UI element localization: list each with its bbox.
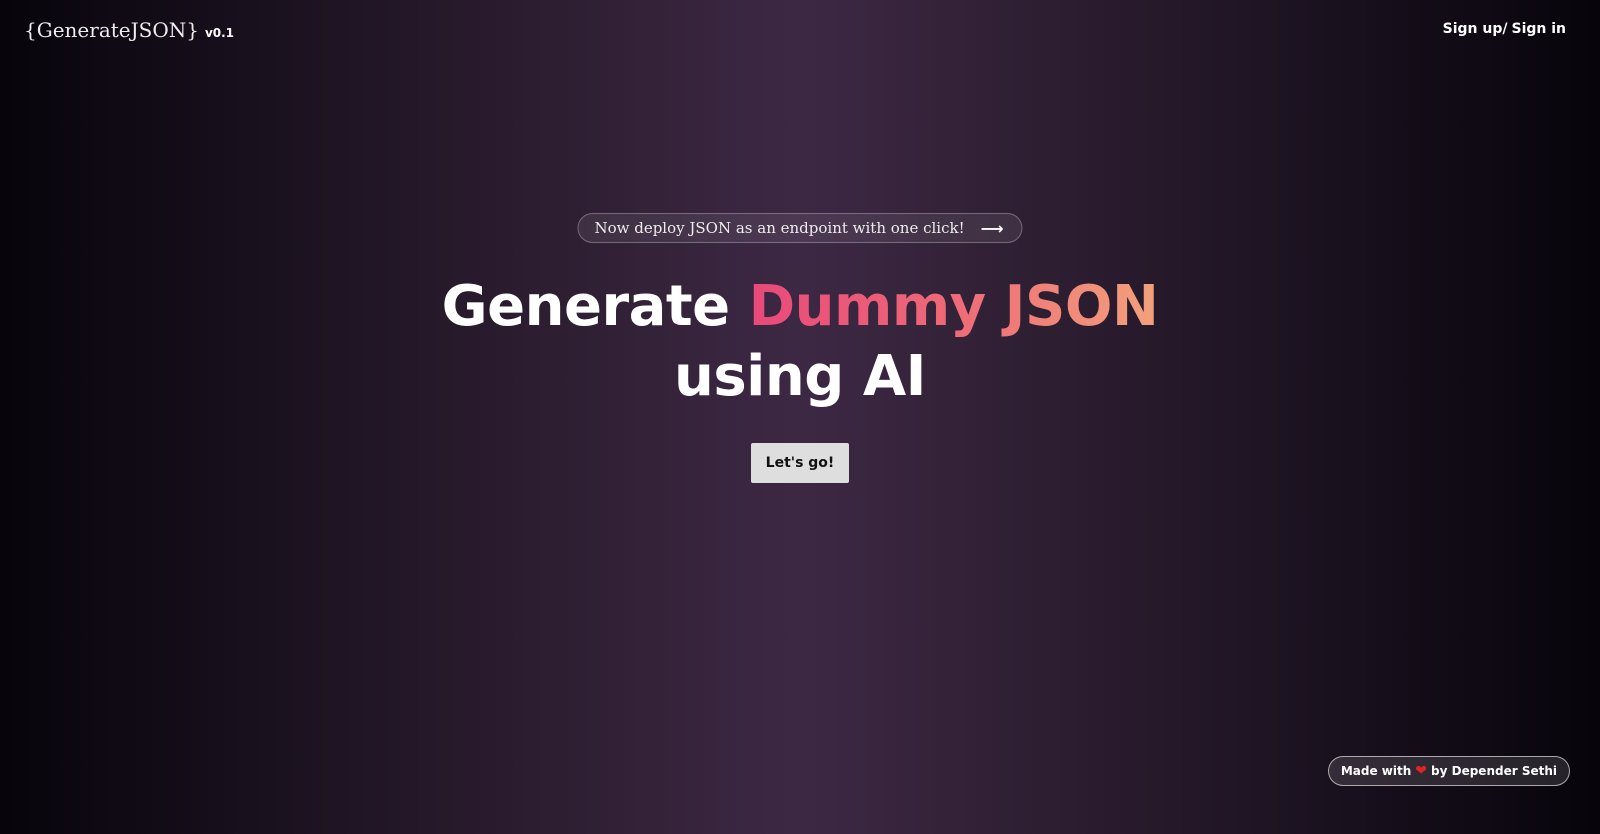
logo-text[interactable]: {GenerateJSON} (24, 18, 199, 42)
signup-link[interactable]: Sign up/ (1443, 21, 1508, 37)
version-badge: v0.1 (204, 26, 235, 40)
hero-title: Generate Dummy JSON using AI (0, 272, 1600, 412)
heart-icon: ❤ (1415, 763, 1428, 779)
credit-prefix: Made with (1340, 764, 1412, 778)
arrow-right-icon: ⟶ (980, 218, 1004, 238)
credit-suffix: by Depender Sethi (1431, 764, 1557, 778)
signin-link[interactable]: Sign in (1511, 21, 1566, 37)
credit-badge[interactable]: Made with ❤ by Depender Sethi (1327, 756, 1570, 786)
hero-title-line2: using AI (673, 344, 927, 409)
announcement-pill[interactable]: Now deploy JSON as an endpoint with one … (577, 213, 1023, 243)
hero-title-plain: Generate (441, 274, 730, 339)
lets-go-button[interactable]: Let's go! (751, 443, 849, 483)
hero-title-accent: Dummy JSON (748, 274, 1159, 339)
auth-links: Sign up/ Sign in (1443, 21, 1566, 37)
announcement-text: Now deploy JSON as an endpoint with one … (594, 219, 965, 237)
logo[interactable]: {GenerateJSON} v0.1 (24, 18, 234, 42)
